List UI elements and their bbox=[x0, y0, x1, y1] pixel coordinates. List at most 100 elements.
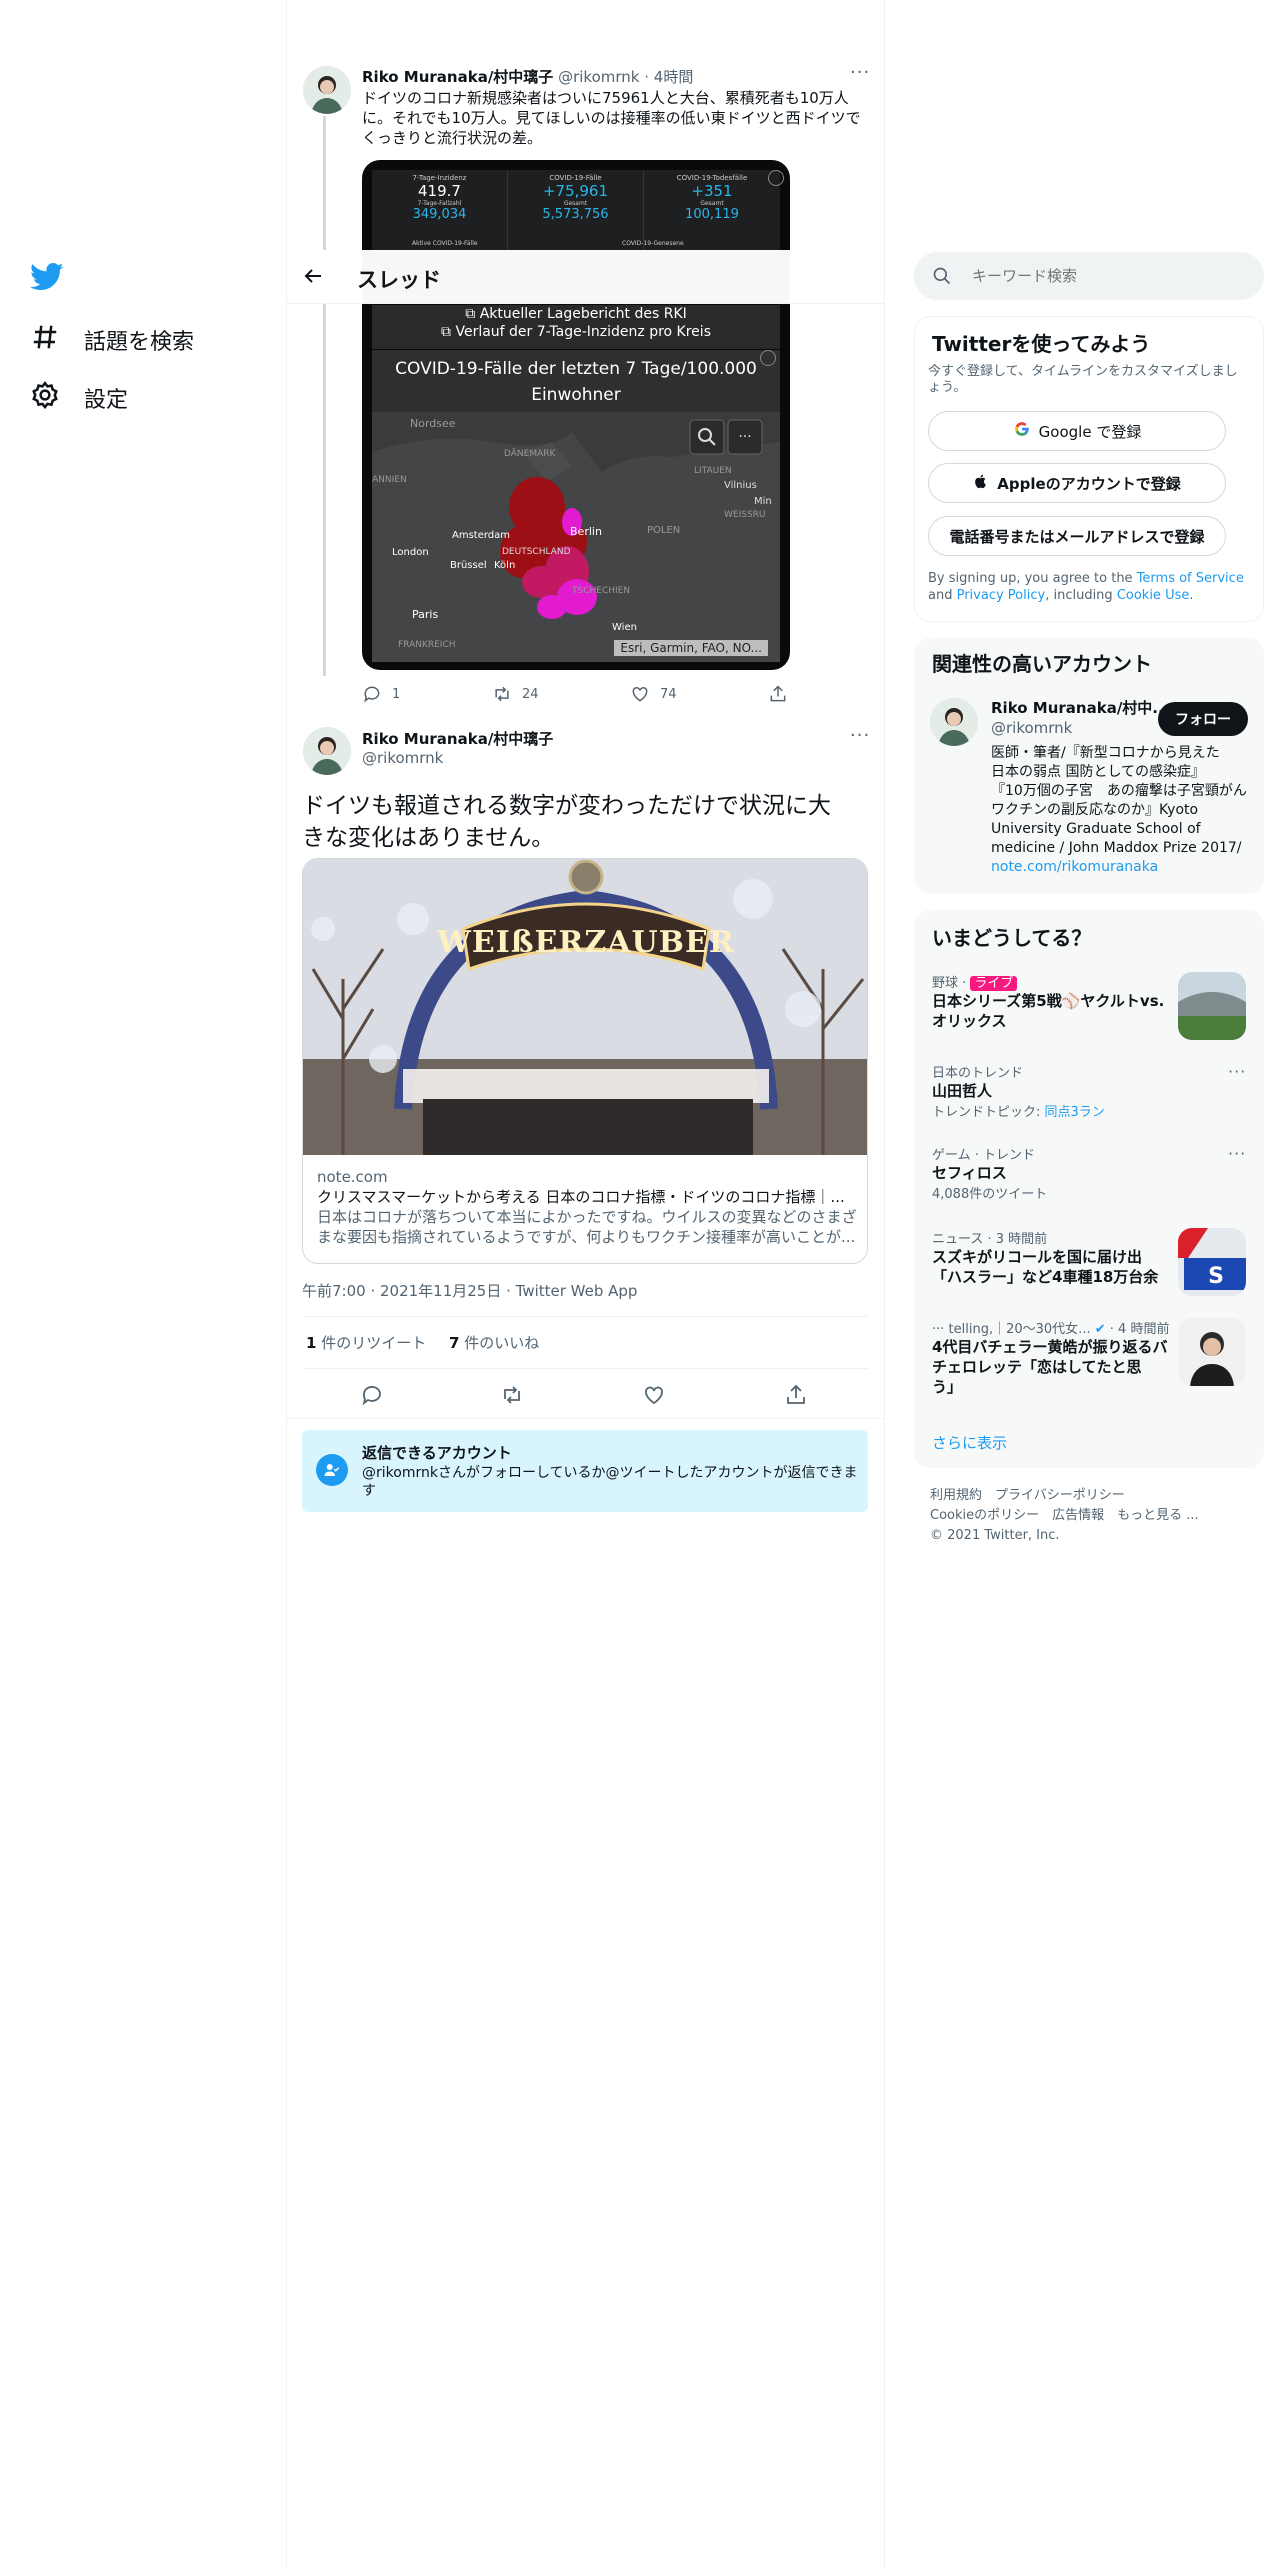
more-icon[interactable]: ··· bbox=[1228, 1144, 1246, 1163]
apple-signup-button[interactable]: Appleのアカウントで登録 bbox=[928, 463, 1226, 503]
more-icon[interactable]: ··· bbox=[850, 725, 870, 746]
footer-links[interactable]: 利用規約 プライバシーポリシー bbox=[930, 1486, 1199, 1506]
cookie-link[interactable]: Cookie Use bbox=[1117, 588, 1190, 603]
signup-title: Twitterを使ってみよう bbox=[932, 332, 1151, 356]
google-signup-button[interactable]: Google で登録 bbox=[928, 411, 1226, 451]
reply-icon bbox=[364, 686, 380, 703]
nav-item-settings[interactable]: 設定 bbox=[30, 380, 128, 416]
covid-map[interactable]: COVID-19-Fälle der letzten 7 Tage/100.00… bbox=[372, 350, 780, 662]
notice-text: @rikomrnkさんがフォローしているか@ツイートしたアカウントが返信できま … bbox=[362, 1465, 858, 1499]
author-name[interactable]: Riko Muranaka/村中璃子 bbox=[362, 728, 553, 749]
card-domain: note.com bbox=[317, 1168, 388, 1186]
card-image bbox=[303, 859, 867, 1155]
dashboard-panel: 7-Tage-Inzidenz 419.7 7-Tage-Fallzahl 34… bbox=[372, 170, 780, 250]
tweet-timestamp[interactable]: 午前7:00 · 2021年11月25日 · Twitter Web App bbox=[302, 1280, 637, 1301]
share-button[interactable] bbox=[784, 1383, 808, 1407]
bio-link[interactable]: note.com/rikomuranaka bbox=[991, 858, 1253, 877]
share-icon bbox=[770, 685, 786, 702]
author-name[interactable]: Riko Muranaka/村中璃子 bbox=[362, 68, 553, 86]
card-description: 日本はコロナが落ちついて本当によかったですね。ウイルスの変異などのさまざ まな要… bbox=[317, 1208, 857, 1246]
dashboard-cell: 7-Tage-Inzidenz 419.7 7-Tage-Fallzahl 34… bbox=[372, 170, 508, 250]
rki-report-link[interactable]: ⧉ Aktueller Lagebericht des RKI bbox=[372, 305, 780, 323]
reply-button[interactable]: 1 bbox=[362, 684, 400, 704]
divider bbox=[302, 1368, 868, 1369]
expand-icon[interactable] bbox=[768, 170, 784, 186]
trend-topic-link[interactable]: 同点3ラン bbox=[1045, 1105, 1105, 1120]
search-box[interactable] bbox=[914, 252, 1264, 300]
copyright: © 2021 Twitter, Inc. bbox=[930, 1528, 1060, 1543]
retweet-button[interactable]: 24 bbox=[492, 684, 539, 704]
like-button[interactable] bbox=[642, 1383, 666, 1407]
more-icon[interactable]: ··· bbox=[850, 62, 870, 83]
search-input[interactable] bbox=[970, 260, 1250, 292]
signup-legal: By signing up, you agree to the Terms of… bbox=[928, 571, 1244, 603]
privacy-link[interactable]: Privacy Policy bbox=[957, 588, 1046, 603]
related-account-info[interactable]: Riko Muranaka/村中... @rikomrnk bbox=[991, 698, 1169, 738]
column-divider-left bbox=[286, 0, 287, 2568]
phone-email-signup-button[interactable]: 電話番号またはメールアドレスで登録 bbox=[928, 516, 1226, 556]
like-button[interactable]: 74 bbox=[630, 684, 677, 704]
reply-button[interactable] bbox=[360, 1383, 384, 1407]
link-card[interactable]: WEIßERZAUBER note.com クリスマスマーケットから考える 日本… bbox=[302, 858, 868, 1264]
trend-item[interactable]: 日本のトレンド 山田哲人 トレンドトピック: 同点3ラン bbox=[932, 1062, 1262, 1120]
reply-restriction-notice: 返信できるアカウント @rikomrnkさんがフォローしているか@ツイートしたア… bbox=[302, 1430, 868, 1512]
heart-icon bbox=[645, 1386, 663, 1405]
verified-badge-icon: ✔ bbox=[1094, 1322, 1106, 1337]
trend-item[interactable]: ゲーム · トレンド セフィロス 4,088件のツイート bbox=[932, 1144, 1262, 1202]
page-title: スレッド bbox=[357, 268, 441, 292]
trends-title: いまどうしてる？ bbox=[932, 926, 1092, 950]
notice-title: 返信できるアカウント bbox=[362, 1444, 512, 1462]
card-text: note.com クリスマスマーケットから考える 日本のコロナ指標・ドイツのコロ… bbox=[317, 1167, 857, 1247]
share-icon bbox=[787, 1384, 805, 1404]
more-icon[interactable]: ··· bbox=[1228, 1062, 1246, 1081]
nav-item-label: 設定 bbox=[84, 388, 129, 413]
dashboard-cell: COVID-19-Fälle +75,961 Gesamt 5,573,756 bbox=[508, 170, 644, 250]
map-title: COVID-19-Fälle der letzten 7 Tage/100.00… bbox=[395, 359, 757, 405]
dashboard-cell: COVID-19-Todesfälle +351 Gesamt 100,119 bbox=[676, 174, 748, 222]
author-handle[interactable]: @rikomrnk bbox=[558, 68, 639, 86]
nav-item-label: 話題を検索 bbox=[84, 330, 195, 355]
tweet-time[interactable]: 4時間 bbox=[654, 68, 694, 86]
tweet-text: ドイツのコロナ新規感染者はついに75961人と大台、累積死者も10万人に。それで… bbox=[362, 89, 861, 147]
trend-thumbnail bbox=[1178, 1318, 1246, 1386]
thread-header: スレッド bbox=[287, 250, 884, 304]
heart-icon bbox=[632, 686, 648, 702]
show-more-link[interactable]: さらに表示 bbox=[932, 1432, 1007, 1453]
avatar[interactable] bbox=[303, 66, 351, 114]
tweet-media[interactable]: 7-Tage-Inzidenz 419.7 7-Tage-Fallzahl 34… bbox=[362, 160, 790, 670]
retweet-count-link[interactable]: 1 件のリツイート bbox=[306, 1334, 426, 1352]
author-handle[interactable]: @rikomrnk bbox=[362, 749, 553, 767]
divider bbox=[286, 1418, 884, 1419]
incidence-link[interactable]: ⧉ Verlauf der 7-Tage-Inzidenz pro Kreis bbox=[372, 323, 780, 341]
thread-connector-line bbox=[323, 116, 326, 676]
retweet-icon bbox=[504, 1386, 520, 1404]
back-arrow-icon[interactable] bbox=[301, 264, 325, 292]
related-bio: 医師・筆者/『新型コロナから見えた 日本の弱点 国防としての感染症』 『10万個… bbox=[991, 744, 1253, 877]
signup-subtitle: 今すぐ登録して、タイムラインをカスタマイズしまし ょう。 bbox=[928, 364, 1238, 395]
card-title: クリスマスマーケットから考える 日本のコロナ指標・ドイツのコロナ指標｜... bbox=[317, 1188, 845, 1206]
nav-item-explore[interactable]: 話題を検索 bbox=[30, 322, 194, 358]
retweet-button[interactable] bbox=[500, 1383, 524, 1407]
like-count-link[interactable]: 7 件のいいね bbox=[449, 1334, 539, 1352]
gear-icon bbox=[30, 380, 60, 416]
avatar[interactable] bbox=[303, 727, 351, 775]
share-button[interactable] bbox=[768, 684, 788, 704]
column-divider-right bbox=[884, 0, 885, 2568]
retweet-icon bbox=[495, 686, 509, 702]
follow-button[interactable]: フォロー bbox=[1158, 702, 1248, 736]
hashtag-icon bbox=[30, 322, 60, 358]
svg-text:···: ··· bbox=[738, 429, 751, 445]
svg-text:S: S bbox=[1208, 1264, 1224, 1289]
tweet-author: Riko Muranaka/村中璃子 @rikomrnk · 4時間 bbox=[362, 68, 694, 86]
tweet-stats: 1 件のリツイート 7 件のいいね bbox=[306, 1332, 539, 1353]
avatar[interactable] bbox=[930, 698, 978, 746]
verified-icon: ··· bbox=[932, 1322, 945, 1337]
terms-link[interactable]: Terms of Service bbox=[1137, 571, 1244, 586]
expand-icon[interactable] bbox=[760, 350, 776, 366]
trend-thumbnail: S bbox=[1178, 1228, 1246, 1296]
twitter-logo-icon[interactable] bbox=[30, 262, 64, 296]
user-check-icon bbox=[316, 1454, 348, 1486]
footer-links[interactable]: Cookieのポリシー 広告情報 もっと見る ... bbox=[930, 1506, 1199, 1526]
divider bbox=[302, 1316, 868, 1317]
footer: 利用規約 プライバシーポリシー Cookieのポリシー 広告情報 もっと見る .… bbox=[930, 1486, 1199, 1546]
